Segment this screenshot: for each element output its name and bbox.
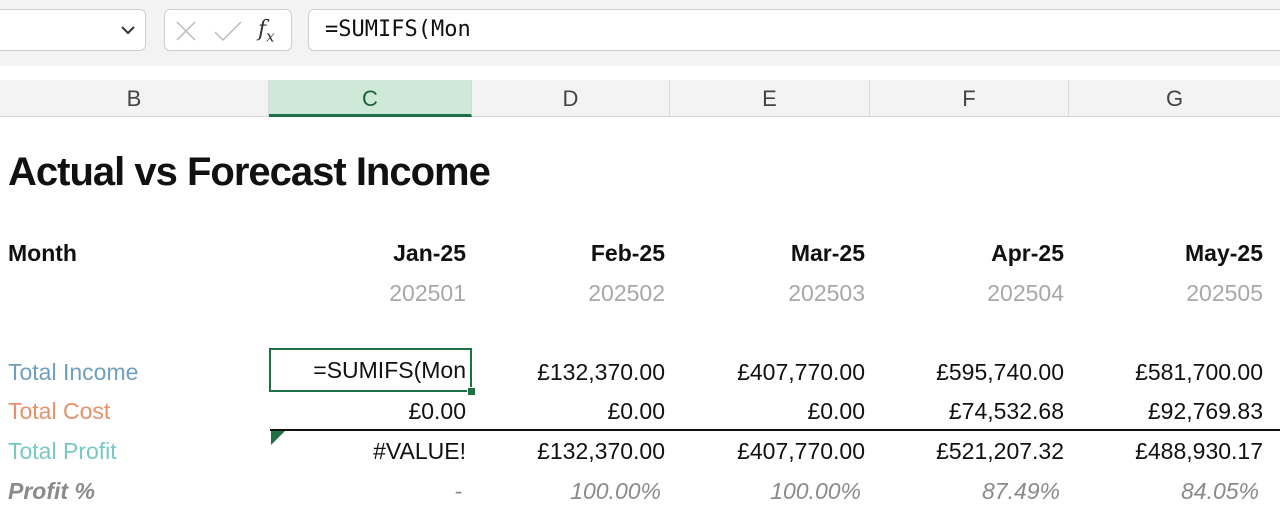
income-cell-g[interactable]: £581,700.00: [1069, 353, 1263, 391]
column-header-e[interactable]: E: [670, 80, 870, 116]
column-header-c[interactable]: C: [269, 80, 472, 117]
month-header-g[interactable]: May-25: [1069, 234, 1263, 272]
profit-cell-d[interactable]: £132,370.00: [472, 432, 665, 470]
month-label[interactable]: Month: [8, 234, 77, 272]
formula-input[interactable]: =SUMIFS(Mon: [308, 9, 1280, 51]
month-code-g[interactable]: 202505: [1069, 274, 1263, 312]
row-border: [270, 429, 1280, 431]
month-header-f[interactable]: Apr-25: [870, 234, 1064, 272]
pct-cell-e[interactable]: 100.00%: [670, 472, 861, 510]
month-header-c[interactable]: Jan-25: [272, 234, 466, 272]
active-cell-c[interactable]: =SUMIFS(Mon: [269, 348, 472, 392]
insert-function-icon[interactable]: fx: [258, 17, 275, 45]
month-code-e[interactable]: 202503: [670, 274, 865, 312]
sheet-title[interactable]: Actual vs Forecast Income: [8, 150, 491, 195]
month-code-f[interactable]: 202504: [870, 274, 1064, 312]
column-header-g[interactable]: G: [1069, 80, 1280, 116]
cost-cell-g[interactable]: £92,769.83: [1069, 392, 1263, 430]
name-box[interactable]: [0, 9, 146, 51]
formula-controls: fx: [164, 9, 292, 51]
column-header-f[interactable]: F: [870, 80, 1069, 116]
income-cell-d[interactable]: £132,370.00: [472, 353, 665, 391]
column-header-d[interactable]: D: [472, 80, 670, 116]
month-header-d[interactable]: Feb-25: [472, 234, 665, 272]
month-code-c[interactable]: 202501: [272, 274, 466, 312]
income-cell-e[interactable]: £407,770.00: [670, 353, 865, 391]
cost-cell-c[interactable]: £0.00: [272, 392, 466, 430]
pct-cell-g[interactable]: 84.05%: [1069, 472, 1259, 510]
cancel-icon[interactable]: [175, 20, 197, 42]
row-label-total-cost[interactable]: Total Cost: [8, 392, 110, 430]
confirm-icon[interactable]: [213, 20, 243, 42]
month-code-d[interactable]: 202502: [472, 274, 665, 312]
column-headers: B C D E F G: [0, 80, 1280, 117]
row-label-total-income[interactable]: Total Income: [8, 353, 138, 391]
formula-bar: fx =SUMIFS(Mon: [0, 0, 1280, 66]
income-cell-f[interactable]: £595,740.00: [870, 353, 1064, 391]
profit-cell-e[interactable]: £407,770.00: [670, 432, 865, 470]
cost-cell-e[interactable]: £0.00: [670, 392, 865, 430]
profit-cell-g[interactable]: £488,930.17: [1069, 432, 1263, 470]
pct-cell-d[interactable]: 100.00%: [472, 472, 661, 510]
cost-cell-f[interactable]: £74,532.68: [870, 392, 1064, 430]
profit-cell-c[interactable]: #VALUE!: [272, 432, 466, 470]
profit-cell-f[interactable]: £521,207.32: [870, 432, 1064, 470]
chevron-down-icon[interactable]: [119, 21, 137, 39]
column-header-b[interactable]: B: [0, 80, 269, 116]
month-header-e[interactable]: Mar-25: [670, 234, 865, 272]
pct-cell-f[interactable]: 87.49%: [870, 472, 1060, 510]
pct-cell-c[interactable]: -: [272, 472, 462, 510]
cost-cell-d[interactable]: £0.00: [472, 392, 665, 430]
row-label-total-profit[interactable]: Total Profit: [8, 432, 117, 470]
row-label-profit-pct[interactable]: Profit %: [8, 472, 95, 510]
